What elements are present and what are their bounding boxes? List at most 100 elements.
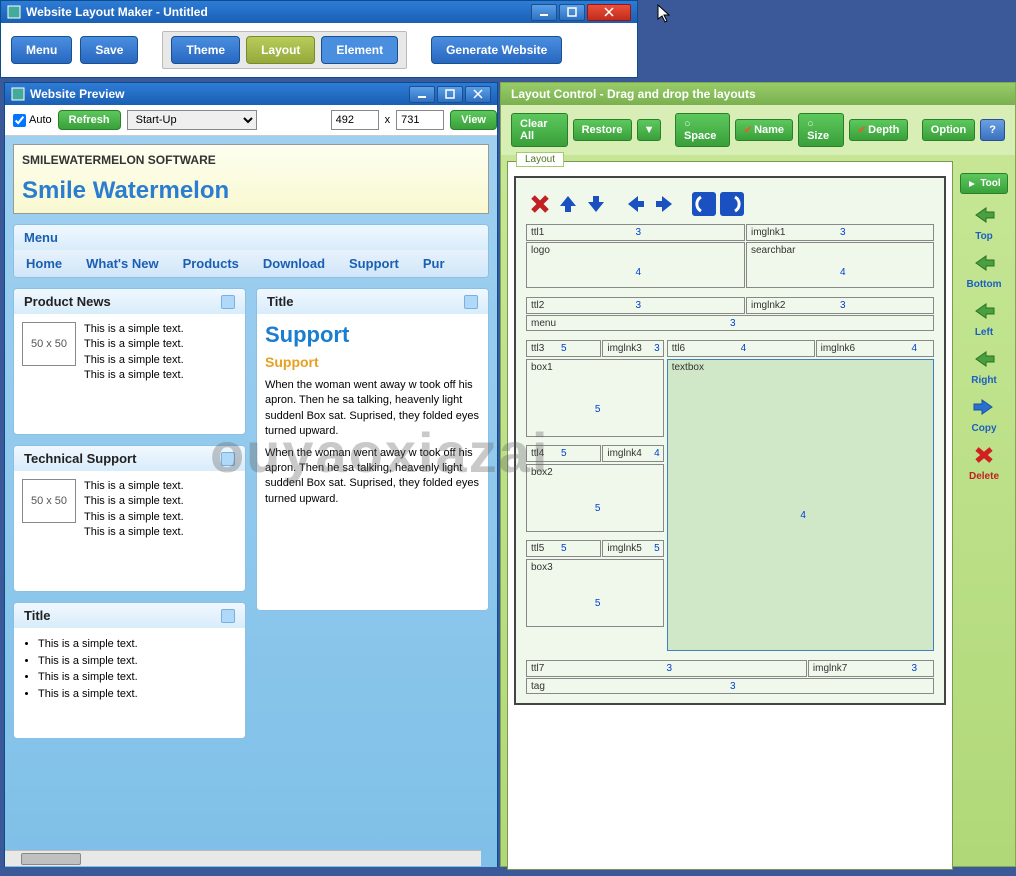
preview-body: SMILEWATERMELON SOFTWARE Smile Watermelo… bbox=[5, 136, 497, 867]
site-tagline: SMILEWATERMELON SOFTWARE bbox=[22, 153, 480, 167]
panel-title: Product News bbox=[24, 294, 111, 309]
name-button[interactable]: ✔Name bbox=[735, 119, 793, 141]
menu-item[interactable]: Home bbox=[14, 250, 74, 277]
layout-canvas: Layout bbox=[507, 161, 953, 870]
menu-item[interactable]: Support bbox=[337, 250, 411, 277]
layout-toolbar: Clear All Restore ▼ ○ Space ✔Name ○ Size… bbox=[501, 105, 1015, 155]
text-line: This is a simple text. bbox=[84, 510, 184, 525]
tool-button[interactable]: Tool bbox=[960, 173, 1007, 194]
preview-close-button[interactable] bbox=[465, 86, 491, 103]
left-button[interactable]: Left bbox=[961, 300, 1007, 338]
text-line: This is a simple text. bbox=[84, 525, 184, 540]
minimize-button[interactable] bbox=[531, 4, 557, 21]
minimize-button[interactable] bbox=[409, 86, 435, 103]
thumb-placeholder: 50 x 50 bbox=[22, 322, 76, 366]
text-line: This is a simple text. bbox=[84, 337, 184, 352]
view-button[interactable]: View bbox=[450, 110, 497, 130]
swap-right-icon[interactable] bbox=[720, 192, 744, 216]
app-icon bbox=[7, 5, 21, 19]
support-subheading: Support bbox=[265, 354, 480, 370]
height-field[interactable] bbox=[396, 110, 444, 130]
menu-item[interactable]: Pur bbox=[411, 250, 457, 277]
scrollbar-horizontal[interactable] bbox=[5, 850, 481, 866]
layout-tab[interactable]: Layout bbox=[516, 152, 564, 167]
arrow-up-icon[interactable] bbox=[556, 192, 580, 216]
layout-control-window: Layout Control - Drag and drop the layou… bbox=[500, 82, 1016, 867]
save-button[interactable]: Save bbox=[80, 36, 138, 64]
arrow-left-icon[interactable] bbox=[624, 192, 648, 216]
menu-item[interactable]: Products bbox=[171, 250, 251, 277]
main-title: Website Layout Maker - Untitled bbox=[26, 5, 531, 19]
menu-panel: Menu Home What's New Products Download S… bbox=[13, 224, 489, 278]
element-button[interactable]: Element bbox=[321, 36, 398, 64]
refresh-button[interactable]: Refresh bbox=[58, 110, 121, 130]
arrow-down-icon[interactable] bbox=[584, 192, 608, 216]
depth-button[interactable]: ✔Depth bbox=[849, 119, 909, 141]
preview-title: Website Preview bbox=[30, 87, 409, 101]
thumb-placeholder: 50 x 50 bbox=[22, 479, 76, 523]
size-button[interactable]: ○ Size bbox=[798, 113, 844, 147]
restore-dropdown-icon[interactable]: ▼ bbox=[637, 119, 662, 141]
arrow-right-icon[interactable] bbox=[652, 192, 676, 216]
support-panel: Title Support Support When the woman wen… bbox=[256, 288, 489, 611]
delete-button[interactable]: Delete bbox=[961, 444, 1007, 482]
menu-button[interactable]: Menu bbox=[11, 36, 72, 64]
support-heading: Support bbox=[265, 322, 480, 348]
technical-support-panel: Technical Support 50 x 50 This is a simp… bbox=[13, 445, 246, 592]
site-header: SMILEWATERMELON SOFTWARE Smile Watermelo… bbox=[13, 144, 489, 214]
main-window: Website Layout Maker - Untitled Menu Sav… bbox=[0, 0, 638, 78]
menu-header: Menu bbox=[14, 225, 488, 250]
product-news-panel: Product News 50 x 50 This is a simple te… bbox=[13, 288, 246, 435]
preview-toolbar: Auto Refresh Start-Up x View bbox=[5, 105, 497, 136]
clear-all-button[interactable]: Clear All bbox=[511, 113, 568, 147]
right-button[interactable]: Right bbox=[961, 348, 1007, 386]
text-line: This is a simple text. bbox=[84, 322, 184, 337]
menu-items: Home What's New Products Download Suppor… bbox=[14, 250, 488, 277]
help-button[interactable]: ? bbox=[980, 119, 1005, 141]
preview-window: Website Preview Auto Refresh Start-Up x … bbox=[4, 82, 498, 867]
copy-button[interactable]: Copy bbox=[961, 396, 1007, 434]
panel-title: Technical Support bbox=[24, 451, 136, 466]
bullet-item: This is a simple text. bbox=[38, 653, 237, 670]
maximize-button[interactable] bbox=[559, 4, 585, 21]
cursor-icon bbox=[657, 4, 673, 27]
theme-button[interactable]: Theme bbox=[171, 36, 240, 64]
layout-button[interactable]: Layout bbox=[246, 36, 315, 64]
swap-left-icon[interactable] bbox=[692, 192, 716, 216]
text-line: This is a simple text. bbox=[84, 479, 184, 494]
bottom-button[interactable]: Bottom bbox=[961, 252, 1007, 290]
option-button[interactable]: Option bbox=[922, 119, 975, 141]
site-logo: Smile Watermelon bbox=[22, 177, 480, 205]
panel-toggle-icon[interactable] bbox=[221, 452, 235, 466]
menu-item[interactable]: What's New bbox=[74, 250, 170, 277]
main-titlebar: Website Layout Maker - Untitled bbox=[1, 1, 637, 23]
support-text: When the woman went away w took off his … bbox=[265, 446, 480, 508]
preview-titlebar: Website Preview bbox=[5, 83, 497, 105]
panel-toggle-icon[interactable] bbox=[221, 295, 235, 309]
toolbar-group: Theme Layout Element bbox=[162, 31, 407, 69]
startup-select[interactable]: Start-Up bbox=[127, 110, 257, 130]
width-field[interactable] bbox=[331, 110, 379, 130]
layout-title: Layout Control - Drag and drop the layou… bbox=[501, 83, 1015, 105]
support-text: When the woman went away w took off his … bbox=[265, 378, 480, 440]
panel-toggle-icon[interactable] bbox=[464, 295, 478, 309]
delete-x-icon[interactable] bbox=[528, 192, 552, 216]
panel-toggle-icon[interactable] bbox=[221, 609, 235, 623]
text-line: This is a simple text. bbox=[84, 353, 184, 368]
generate-button[interactable]: Generate Website bbox=[431, 36, 562, 64]
restore-button[interactable]: Restore bbox=[573, 119, 632, 141]
text-line: This is a simple text. bbox=[84, 368, 184, 383]
menu-item[interactable]: Download bbox=[251, 250, 337, 277]
close-button[interactable] bbox=[587, 4, 631, 21]
side-tools: Tool Top Bottom Left Right Copy Delete bbox=[959, 161, 1009, 870]
space-button[interactable]: ○ Space bbox=[675, 113, 730, 147]
panel-title: Title bbox=[267, 294, 294, 309]
text-line: This is a simple text. bbox=[84, 494, 184, 509]
bullet-item: This is a simple text. bbox=[38, 636, 237, 653]
maximize-button[interactable] bbox=[437, 86, 463, 103]
top-button[interactable]: Top bbox=[961, 204, 1007, 242]
bullet-item: This is a simple text. bbox=[38, 669, 237, 686]
auto-checkbox[interactable]: Auto bbox=[13, 114, 52, 127]
layout-grid[interactable]: ttl13 imglnk13 logo4 searchbar4 ttl23 im… bbox=[520, 220, 940, 699]
bullet-item: This is a simple text. bbox=[38, 686, 237, 703]
